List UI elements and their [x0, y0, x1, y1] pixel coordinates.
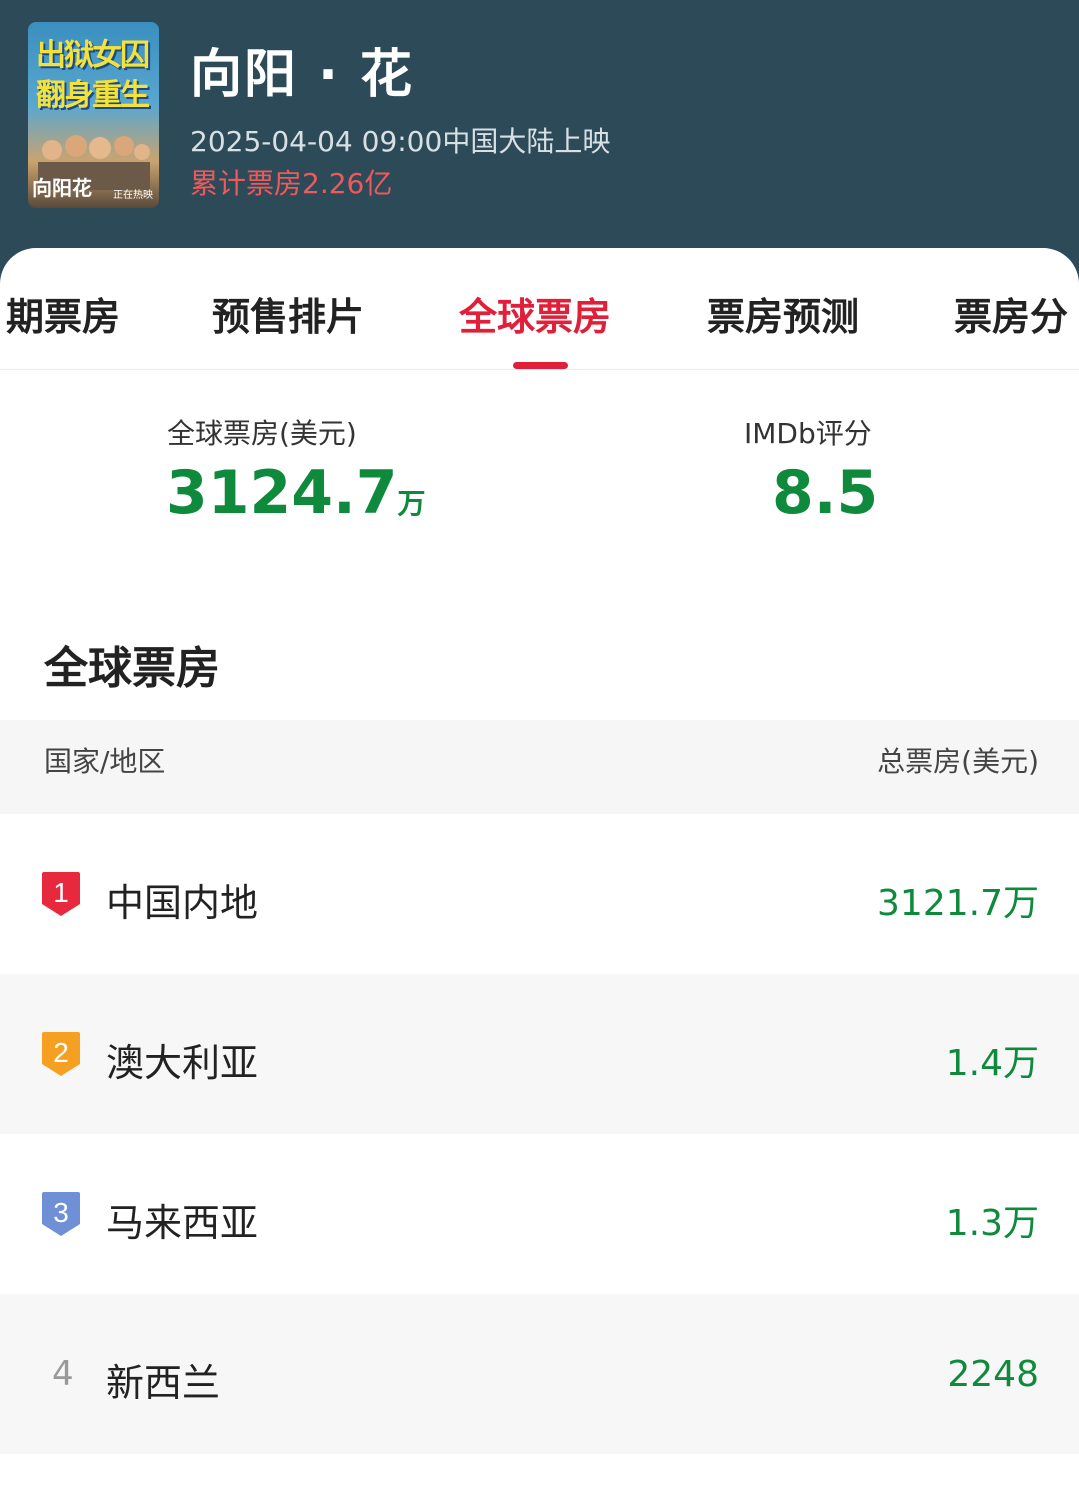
poster-tagline-line1: 出狱女囚: [36, 38, 150, 73]
global-box-office-unit: 万: [397, 487, 426, 520]
region-name: 新西兰: [106, 1361, 221, 1405]
region-name: 马来西亚: [106, 1201, 259, 1245]
global-box-office-number: 3124.7: [166, 458, 398, 528]
global-box-office-value: 3124.7万: [166, 458, 426, 528]
table-row[interactable]: 4 新西兰 2248: [0, 1294, 1079, 1454]
table-row[interactable]: 2 澳大利亚 1.4万: [0, 974, 1079, 1134]
tab-box-office-forecast[interactable]: 票房预测: [707, 286, 859, 341]
poster-tagline-line2: 翻身重生: [36, 78, 150, 113]
active-tab-indicator: [513, 362, 568, 369]
tab-box-office-partial[interactable]: 期票房: [6, 286, 120, 341]
column-header-region: 国家/地区: [44, 745, 166, 778]
rank-badge-icon: 3: [42, 1192, 80, 1236]
movie-title: 向阳 · 花: [190, 45, 414, 105]
tab-presale-schedule[interactable]: 预售排片: [212, 286, 364, 341]
region-value: 2248: [947, 1354, 1039, 1395]
movie-poster[interactable]: 出狱女囚 翻身重生 向阳花 正在热映: [28, 22, 159, 208]
table-row[interactable]: 1 中国内地 3121.7万: [0, 814, 1079, 974]
content-card: 期票房 预售排片 全球票房 票房预测 票房分 全球票房(美元) 3124.7万 …: [0, 248, 1079, 1488]
tab-box-office-analysis[interactable]: 票房分: [954, 286, 1068, 341]
region-value: 3121.7万: [877, 883, 1039, 924]
imdb-rating-label: IMDb评分: [744, 417, 872, 450]
rank-number: 3: [53, 1197, 69, 1228]
release-info: 2025-04-04 09:00中国大陆上映: [190, 125, 611, 158]
tab-bar: 期票房 预售排片 全球票房 票房预测 票房分: [0, 248, 1079, 370]
rank-badge-icon: 1: [42, 872, 80, 916]
poster-logo-text: 向阳花: [32, 176, 92, 200]
section-title: 全球票房: [44, 643, 220, 694]
cumulative-box-office: 累计票房2.26亿: [190, 167, 393, 200]
region-name: 澳大利亚: [106, 1041, 259, 1085]
table-header: 国家/地区 总票房(美元): [0, 720, 1079, 814]
tab-global-box-office[interactable]: 全球票房: [459, 286, 611, 341]
region-value: 1.4万: [945, 1043, 1039, 1084]
imdb-rating-value: 8.5: [772, 458, 879, 528]
table-row[interactable]: 3 马来西亚 1.3万: [0, 1134, 1079, 1294]
region-value: 1.3万: [945, 1203, 1039, 1244]
region-name: 中国内地: [106, 881, 259, 925]
column-header-total: 总票房(美元): [877, 745, 1039, 778]
global-box-office-label: 全球票房(美元): [167, 417, 357, 450]
rank-number: 4: [52, 1354, 74, 1394]
rank-number: 1: [53, 877, 69, 908]
poster-now-showing: 正在热映: [113, 190, 153, 201]
rank-number: 2: [53, 1037, 69, 1068]
poster-tagline: 出狱女囚 翻身重生: [36, 36, 154, 116]
rank-badge-icon: 2: [42, 1032, 80, 1076]
